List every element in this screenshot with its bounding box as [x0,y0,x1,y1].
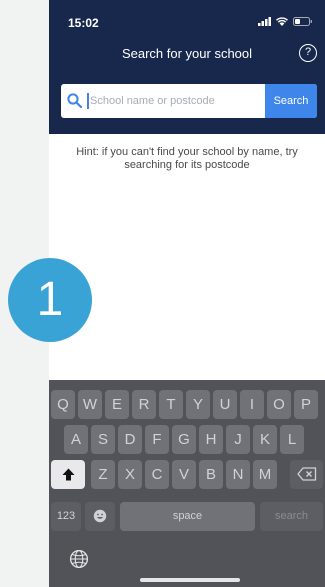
emoji-icon [93,509,107,523]
key-y[interactable]: Y [186,390,210,419]
key-g[interactable]: G [172,425,196,454]
key-v[interactable]: V [172,460,196,489]
key-b[interactable]: B [199,460,223,489]
numbers-key[interactable]: 123 [51,502,81,531]
key-t[interactable]: T [159,390,183,419]
status-icons [258,17,313,26]
key-e[interactable]: E [105,390,129,419]
search-button[interactable]: Search [265,84,317,118]
page-title: Search for your school [121,46,253,61]
battery-icon [293,17,312,26]
key-w[interactable]: W [78,390,102,419]
key-i[interactable]: I [240,390,264,419]
shift-arrow-icon [62,468,74,481]
status-time: 15:02 [68,16,99,30]
key-d[interactable]: D [118,425,142,454]
search-icon [67,93,82,108]
help-button[interactable]: ? [299,44,317,62]
key-p[interactable]: P [294,390,318,419]
key-r[interactable]: R [132,390,156,419]
key-u[interactable]: U [213,390,237,419]
search-hint: Hint: if you can't find your school by n… [76,146,298,171]
key-j[interactable]: J [226,425,250,454]
status-bar: 15:02 [49,0,325,40]
shift-key[interactable] [51,460,85,489]
key-l[interactable]: L [280,425,304,454]
key-a[interactable]: A [64,425,88,454]
app-header: 15:02 Search for your school ? School na… [49,0,325,134]
home-indicator [140,578,240,582]
key-o[interactable]: O [267,390,291,419]
delete-key[interactable] [290,460,323,489]
space-key[interactable]: space [120,502,255,531]
key-m[interactable]: M [253,460,277,489]
key-h[interactable]: H [199,425,223,454]
key-q[interactable]: Q [51,390,75,419]
key-f[interactable]: F [145,425,169,454]
search-return-key[interactable]: search [260,502,323,531]
wifi-icon [276,17,288,26]
emoji-key[interactable] [85,502,115,531]
globe-icon[interactable] [69,549,89,569]
signal-icon [258,17,271,26]
key-x[interactable]: X [118,460,142,489]
key-c[interactable]: C [145,460,169,489]
backspace-icon [296,467,316,481]
search-input[interactable] [90,84,264,118]
key-z[interactable]: Z [91,460,115,489]
keyboard: Q W E R T Y U I O P A S D F G H J K L Z … [49,380,325,587]
search-bar: Search [61,84,317,118]
step-number-badge: 1 [8,258,92,342]
text-cursor [87,93,89,109]
key-s[interactable]: S [91,425,115,454]
key-k[interactable]: K [253,425,277,454]
key-n[interactable]: N [226,460,250,489]
